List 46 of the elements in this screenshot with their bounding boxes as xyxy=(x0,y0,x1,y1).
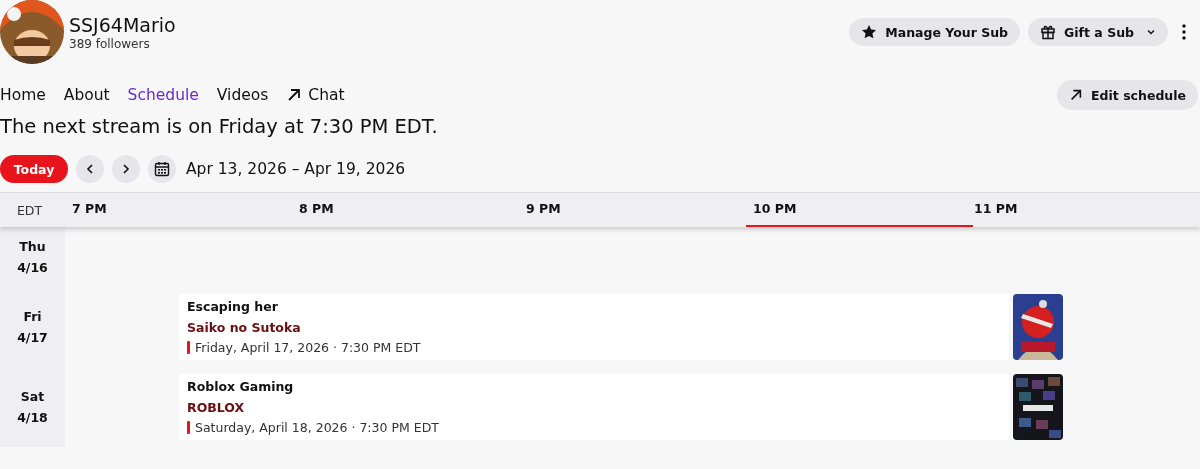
live-marker xyxy=(187,341,190,354)
date-label: 4/17 xyxy=(17,329,48,347)
star-icon xyxy=(861,24,878,40)
calendar-icon xyxy=(154,161,170,177)
follower-count: 389 followers xyxy=(69,37,151,51)
hour-label: 7 PM xyxy=(71,200,108,218)
manage-sub-button[interactable]: Manage Your Sub xyxy=(849,18,1021,46)
weekday-label: Sat xyxy=(20,388,45,406)
more-icon xyxy=(1182,24,1186,40)
gift-sub-button[interactable]: Gift a Sub xyxy=(1028,18,1168,46)
game-link[interactable]: ROBLOX xyxy=(187,399,1001,415)
calendar-button[interactable] xyxy=(148,155,176,183)
event-time: Friday, April 17, 2026 · 7:30 PM EDT xyxy=(195,340,421,355)
nav-tab[interactable]: Home xyxy=(0,86,46,104)
previous-week-button[interactable] xyxy=(76,155,104,183)
hour-label: 9 PM xyxy=(525,200,562,218)
weekday-label: Thu xyxy=(19,238,46,256)
chevron-left-icon xyxy=(84,163,96,175)
channel-name: SSJ64Mario xyxy=(69,13,176,37)
chevron-right-icon xyxy=(120,163,132,175)
weekday-label: Fri xyxy=(23,308,42,326)
live-marker xyxy=(187,421,190,434)
date-label: 4/16 xyxy=(17,259,48,277)
event-time: Saturday, April 18, 2026 · 7:30 PM EDT xyxy=(195,420,439,435)
game-link[interactable]: Saiko no Sutoka xyxy=(187,319,1001,335)
next-stream-text: The next stream is on Friday at 7:30 PM EDT. xyxy=(0,115,439,140)
timezone-label: EDT xyxy=(15,202,44,218)
edit-schedule-button[interactable]: Edit schedule xyxy=(1057,80,1198,110)
nav-tab[interactable]: Schedule xyxy=(127,86,199,104)
hour-label: 8 PM xyxy=(298,200,335,218)
hour-label: 11 PM xyxy=(973,200,1019,218)
today-button[interactable]: Today xyxy=(0,155,68,183)
event-card[interactable]: Escaping her Saiko no Sutoka Friday, April 17, 2026 · 7:30 PM EDT xyxy=(179,294,1009,360)
chevron-down-icon xyxy=(1146,27,1156,37)
date-label: 4/18 xyxy=(17,409,48,427)
date-range: Apr 13, 2026 – Apr 19, 2026 xyxy=(186,160,406,178)
event-title: Roblox Gaming xyxy=(187,379,295,394)
hour-label: 10 PM xyxy=(746,193,973,227)
nav-tab[interactable]: Chat xyxy=(286,86,345,104)
nav-tab[interactable]: Videos xyxy=(216,86,269,104)
external-link-icon xyxy=(1069,88,1084,102)
nav-tab[interactable]: About xyxy=(63,86,110,104)
event-card[interactable]: Roblox Gaming ROBLOX Saturday, April 18, 2026 · 7:30 PM EDT xyxy=(179,374,1009,440)
event-title: Escaping her xyxy=(187,299,279,314)
next-week-button[interactable] xyxy=(112,155,140,183)
gift-icon xyxy=(1040,24,1057,40)
